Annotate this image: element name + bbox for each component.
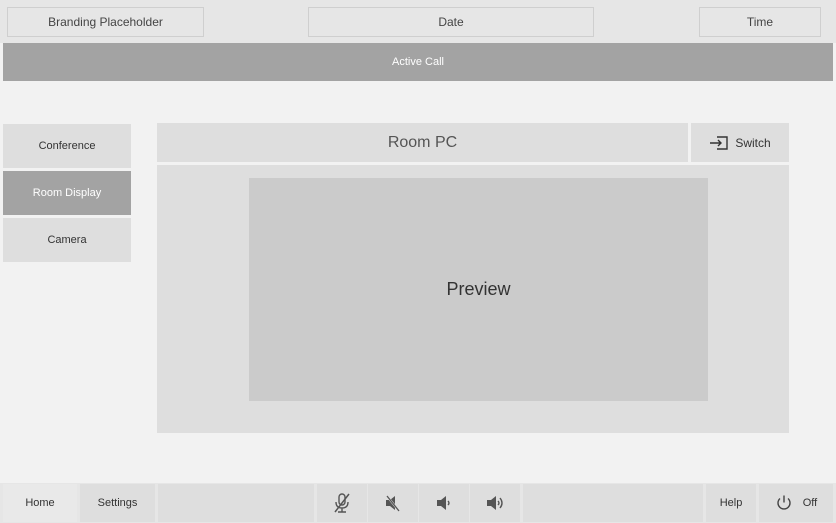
footer-spacer-left [158,484,314,522]
home-button[interactable]: Home [3,484,77,522]
active-call-label: Active Call [392,56,444,68]
input-switch-icon [709,135,729,151]
time-display: Time [699,7,821,37]
source-title-label: Room PC [387,133,458,151]
switch-label: Switch [735,135,771,150]
switch-button[interactable]: Switch [691,123,789,162]
date-label: Date [438,15,464,29]
footer-spacer-right [523,484,703,522]
home-label: Home [25,497,55,509]
branding-placeholder: Branding Placeholder [7,7,204,37]
source-title: Room PC [157,123,688,162]
sidebar-item-room-display[interactable]: Room Display [3,171,131,216]
speaker-mute-icon [383,493,403,513]
volume-up-button[interactable] [470,484,520,522]
sidebar-item-camera[interactable]: Camera [3,218,131,263]
power-label: Off [802,497,818,509]
sidebar-item-conference[interactable]: Conference [3,124,131,169]
active-call-bar[interactable]: Active Call [3,43,833,81]
settings-button[interactable]: Settings [80,484,155,522]
help-button[interactable]: Help [706,484,756,522]
time-label: Time [746,15,774,29]
sidebar-item-label: Conference [38,140,96,152]
mic-mute-button[interactable] [317,484,367,522]
volume-down-button[interactable] [419,484,469,522]
volume-down-icon [434,493,454,513]
branding-label: Branding Placeholder [48,15,163,29]
speaker-mute-button[interactable] [368,484,418,522]
settings-label: Settings [97,497,138,509]
help-label: Help [719,497,743,509]
sidebar-item-label: Room Display [32,187,102,199]
preview-label: Preview [446,279,511,299]
date-display: Date [308,7,594,37]
mic-mute-icon [332,492,352,514]
power-button[interactable]: Off [759,484,833,522]
sidebar-item-label: Camera [47,234,87,246]
volume-up-icon [484,493,506,513]
power-icon [775,494,793,512]
preview-area: Preview [249,178,708,401]
